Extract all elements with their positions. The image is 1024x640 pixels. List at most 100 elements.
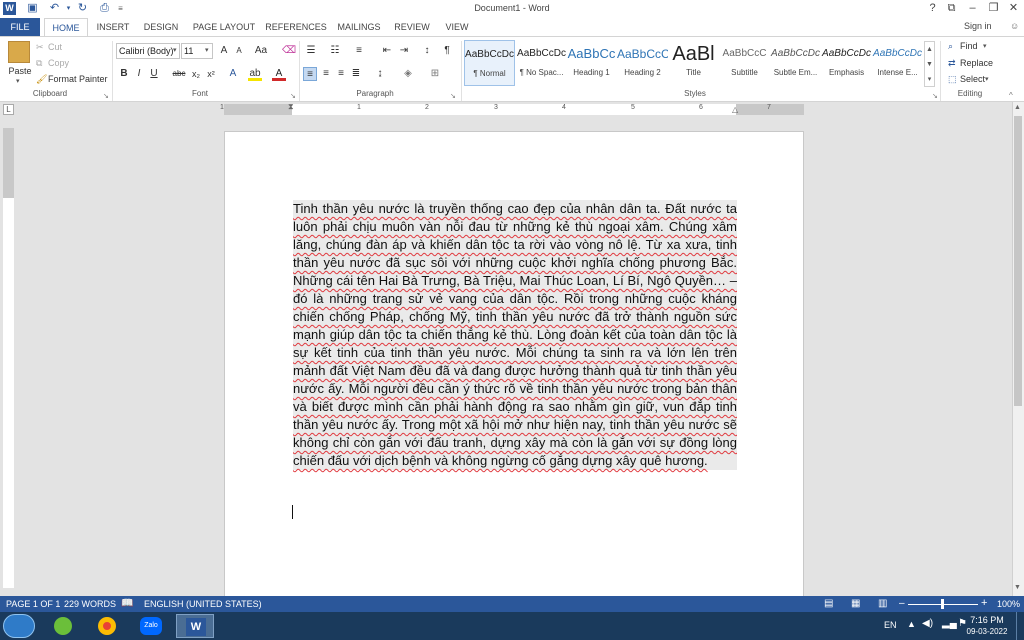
paste-icon[interactable] — [8, 41, 30, 63]
numbering-icon[interactable]: ☷ — [328, 44, 342, 58]
align-right-icon[interactable]: ≡ — [334, 67, 348, 81]
tab-selector-icon[interactable]: L — [3, 104, 14, 115]
style-heading-2[interactable]: AaBbCcC Heading 2 — [617, 40, 668, 86]
borders-icon[interactable]: ⊞ — [428, 67, 442, 81]
clipboard-launcher-icon[interactable]: ↘ — [103, 92, 109, 100]
taskbar-chrome[interactable] — [88, 614, 126, 638]
text-effects-icon[interactable]: A — [226, 67, 240, 81]
network-icon[interactable]: ▂▄ — [942, 618, 957, 629]
clear-formatting-icon[interactable]: ⌫ — [282, 44, 296, 58]
word-count[interactable]: 229 WORDS — [64, 599, 116, 609]
tab-view[interactable]: VIEW — [440, 18, 474, 36]
vertical-scrollbar[interactable]: ▲ ▼ — [1012, 102, 1024, 596]
scroll-up-icon[interactable]: ▲ — [1014, 104, 1021, 111]
align-center-icon[interactable]: ≡ — [319, 67, 333, 81]
redo-icon[interactable]: ↻ — [76, 2, 89, 15]
style-title[interactable]: AaBl Title — [668, 40, 719, 86]
decrease-indent-icon[interactable]: ⇤ — [380, 44, 394, 58]
language-indicator[interactable]: ENGLISH (UNITED STATES) — [144, 599, 262, 609]
document-body-text[interactable]: Tinh thần yêu nước là truyền thống cao đ… — [293, 200, 737, 470]
strikethrough-icon[interactable]: abc — [170, 67, 188, 81]
show-desktop-button[interactable] — [1016, 612, 1024, 640]
word-app-icon[interactable]: W — [3, 2, 16, 15]
shrink-font-icon[interactable]: A — [232, 44, 246, 58]
print-preview-icon[interactable]: ⎙ — [98, 2, 111, 15]
style-intense-emphasis[interactable]: AaBbCcDc Intense E... — [872, 40, 923, 86]
start-button[interactable] — [3, 614, 35, 638]
find-button[interactable]: Find — [960, 41, 978, 51]
italic-icon[interactable]: I — [132, 67, 146, 81]
style-heading-1[interactable]: AaBbCc Heading 1 — [566, 40, 617, 86]
tab-review[interactable]: REVIEW — [390, 18, 434, 36]
align-left-icon[interactable]: ≡ — [303, 67, 317, 81]
font-size-dropdown-icon[interactable]: ▾ — [205, 46, 209, 54]
zoom-level[interactable]: 100% — [997, 599, 1020, 609]
scroll-down-icon[interactable]: ▼ — [1014, 584, 1021, 591]
volume-icon[interactable]: ◀) — [922, 618, 933, 629]
zoom-out-icon[interactable]: – — [899, 598, 905, 609]
clock-time[interactable]: 7:16 PM — [962, 615, 1012, 625]
show-formatting-marks-icon[interactable]: ¶ — [440, 44, 454, 58]
underline-icon[interactable]: U — [147, 67, 161, 81]
vertical-ruler[interactable] — [3, 128, 14, 588]
style-no-spacing[interactable]: AaBbCcDc ¶ No Spac... — [516, 40, 567, 86]
line-spacing-icon[interactable]: ↨ — [373, 67, 387, 81]
paragraph-launcher-icon[interactable]: ↘ — [450, 92, 456, 100]
right-indent-marker-icon[interactable]: △ — [732, 105, 738, 114]
tab-home[interactable]: HOME — [44, 18, 88, 36]
taskbar-zalo[interactable]: Zalo — [132, 614, 170, 638]
styles-gallery-scroll[interactable]: ▲ ▼ ▾ — [924, 41, 935, 87]
page-count[interactable]: PAGE 1 OF 1 — [6, 599, 60, 609]
clock-date[interactable]: 09-03-2022 — [962, 627, 1012, 636]
horizontal-ruler[interactable] — [224, 104, 804, 115]
tab-file[interactable]: FILE — [0, 18, 40, 36]
copy-button[interactable]: Copy — [48, 58, 69, 68]
taskbar-app-green[interactable] — [44, 614, 82, 638]
subscript-icon[interactable]: x₂ — [189, 67, 203, 81]
select-dropdown-icon[interactable]: ▾ — [985, 75, 989, 83]
minimize-icon[interactable]: – — [966, 2, 979, 15]
select-button[interactable]: Select — [960, 74, 985, 84]
multilevel-list-icon[interactable]: ≡ — [352, 44, 366, 58]
shading-icon[interactable]: ◈ — [401, 67, 415, 81]
zoom-slider-thumb[interactable] — [941, 599, 944, 609]
paste-button[interactable]: Paste — [3, 66, 37, 76]
style-emphasis[interactable]: AaBbCcDc Emphasis — [821, 40, 872, 86]
tab-design[interactable]: DESIGN — [140, 18, 182, 36]
bold-icon[interactable]: B — [117, 67, 131, 81]
scroll-thumb[interactable] — [1014, 116, 1022, 406]
sign-in-link[interactable]: Sign in — [964, 21, 1004, 31]
bullets-icon[interactable]: ☰ — [304, 44, 318, 58]
tab-page-layout[interactable]: PAGE LAYOUT — [188, 18, 260, 36]
style-subtle-emphasis[interactable]: AaBbCcDc Subtle Em... — [770, 40, 821, 86]
styles-launcher-icon[interactable]: ↘ — [932, 92, 938, 100]
close-icon[interactable]: ✕ — [1007, 2, 1020, 15]
document-page[interactable]: Tinh thần yêu nước là truyền thống cao đ… — [224, 131, 804, 596]
indent-marker-icon[interactable]: ⧗ — [288, 102, 294, 112]
undo-dropdown-icon[interactable]: ▾ — [62, 2, 75, 15]
read-mode-icon[interactable]: ▤ — [824, 598, 833, 609]
style-subtitle[interactable]: AaBbCcC Subtitle — [719, 40, 770, 86]
find-dropdown-icon[interactable]: ▾ — [983, 42, 987, 50]
tab-mailings[interactable]: MAILINGS — [334, 18, 384, 36]
web-layout-icon[interactable]: ▥ — [878, 598, 887, 609]
superscript-icon[interactable]: x² — [204, 67, 218, 81]
collapse-ribbon-icon[interactable]: ^ — [1009, 91, 1013, 100]
tab-references[interactable]: REFERENCES — [264, 18, 328, 36]
highlight-color-icon[interactable]: ab — [248, 67, 262, 81]
style-normal[interactable]: AaBbCcDc ¶ Normal — [464, 40, 515, 86]
change-case-icon[interactable]: Aa — [252, 44, 270, 58]
format-painter-button[interactable]: Format Painter — [48, 74, 108, 84]
undo-icon[interactable]: ↶ — [48, 2, 61, 15]
cut-button[interactable]: Cut — [48, 42, 62, 52]
increase-indent-icon[interactable]: ⇥ — [397, 44, 411, 58]
ribbon-display-options-icon[interactable]: ⧉ — [945, 2, 958, 15]
tab-insert[interactable]: INSERT — [92, 18, 134, 36]
replace-button[interactable]: Replace — [960, 58, 993, 68]
proofing-icon[interactable]: 📖 — [121, 598, 133, 609]
paste-dropdown-icon[interactable]: ▾ — [16, 77, 20, 85]
input-language[interactable]: EN — [884, 620, 897, 630]
help-icon[interactable]: ? — [926, 2, 939, 15]
sort-icon[interactable]: ↕ — [420, 44, 434, 58]
grow-font-icon[interactable]: A — [217, 44, 231, 58]
